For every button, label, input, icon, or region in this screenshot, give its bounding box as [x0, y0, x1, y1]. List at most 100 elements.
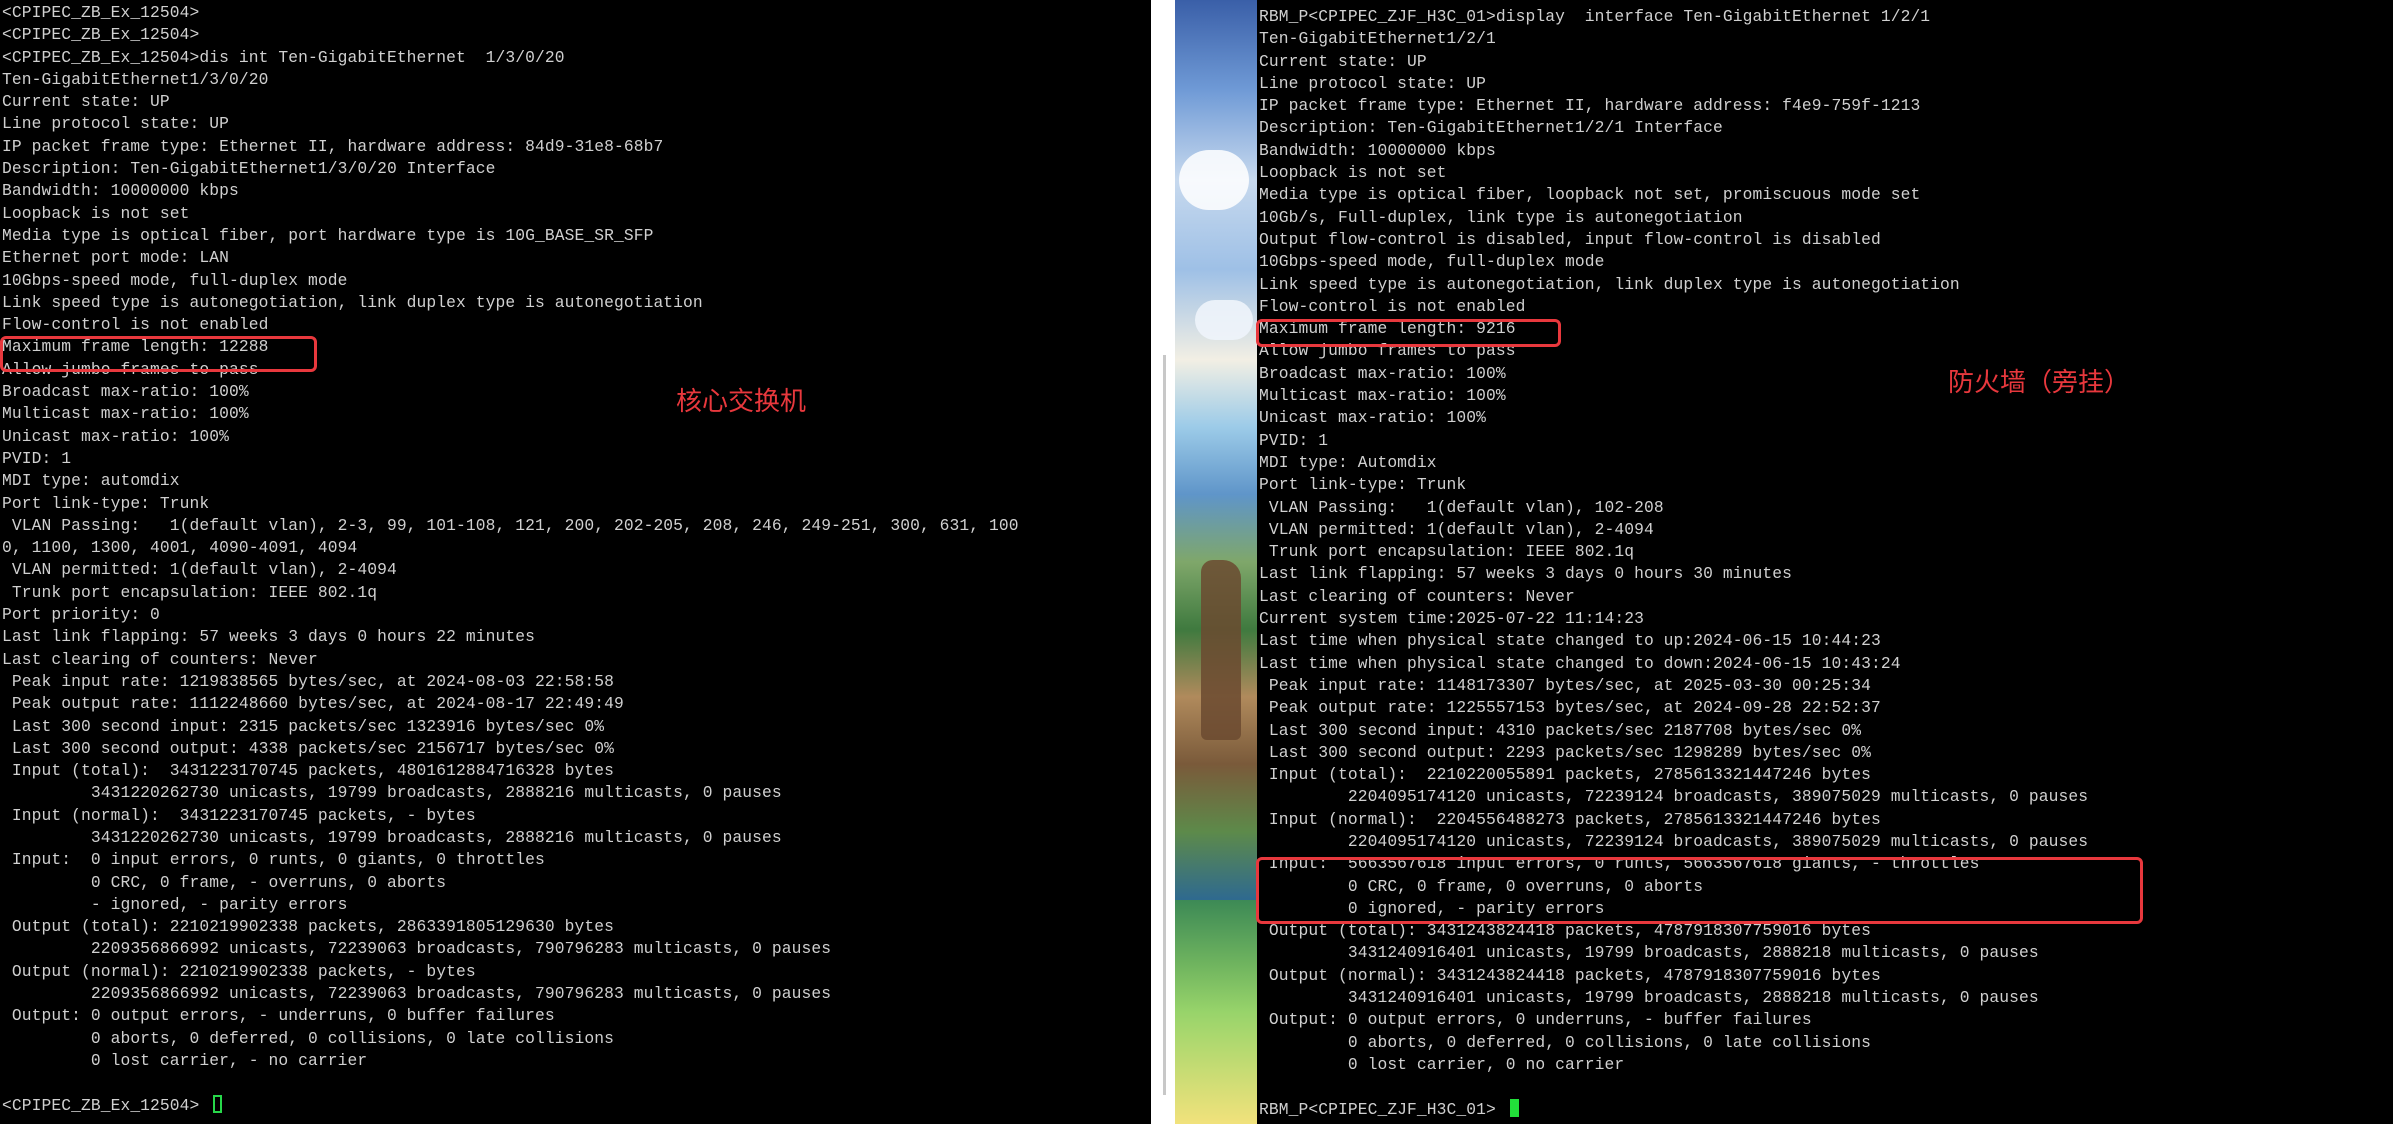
left-term-line: <CPIPEC_ZB_Ex_12504>	[2, 1094, 1019, 1117]
right-term-line-text: Last 300 second output: 2293 packets/sec…	[1259, 742, 1871, 762]
left-term-line-text: 0, 1100, 1300, 4001, 4090-4091, 4094	[2, 538, 358, 558]
right-term-line: Last time when physical state changed to…	[1259, 653, 2088, 675]
right-term-line-text: Broadcast max-ratio: 100%	[1259, 363, 1506, 383]
right-term-line: MDI type: Automdix	[1259, 452, 2088, 474]
right-term-line-text: Peak output rate: 1225557153 bytes/sec, …	[1259, 698, 1881, 718]
right-term-line-text: 2204095174120 unicasts, 72239124 broadca…	[1259, 787, 2089, 807]
left-term-line: PVID: 1	[2, 448, 1019, 470]
right-term-line: Last 300 second input: 4310 packets/sec …	[1259, 720, 2088, 742]
right-term-line-text: Last 300 second input: 4310 packets/sec …	[1259, 720, 1862, 740]
right-term-line: Input (total): 2210220055891 packets, 27…	[1259, 764, 2088, 786]
right-term-line-text: Ten-GigabitEthernet1/2/1	[1259, 29, 1496, 49]
right-term-line: 3431240916401 unicasts, 19799 broadcasts…	[1259, 942, 2088, 964]
right-term-line-text: Current system time:2025-07-22 11:14:23	[1259, 609, 1644, 629]
right-term-line: Current system time:2025-07-22 11:14:23	[1259, 608, 2088, 630]
left-term-line: <CPIPEC_ZB_Ex_12504>	[2, 2, 1019, 24]
left-term-line-text: <CPIPEC_ZB_Ex_12504>dis int Ten-GigabitE…	[2, 47, 565, 67]
right-term-line-text: 0 aborts, 0 deferred, 0 collisions, 0 la…	[1259, 1032, 1871, 1052]
left-term-line-text: 3431220262730 unicasts, 19799 broadcasts…	[2, 827, 782, 847]
left-term-line: Unicast max-ratio: 100%	[2, 426, 1019, 448]
right-term-line: Last link flapping: 57 weeks 3 days 0 ho…	[1259, 563, 2088, 585]
right-term-line: Current state: UP	[1259, 51, 2088, 73]
right-term-line-text: Description: Ten-GigabitEthernet1/2/1 In…	[1259, 118, 1723, 138]
right-term-line: Input (normal): 2204556488273 packets, 2…	[1259, 809, 2088, 831]
left-term-line-text: Input: 0 input errors, 0 runts, 0 giants…	[2, 850, 545, 870]
left-term-line-text: Peak input rate: 1219838565 bytes/sec, a…	[2, 671, 614, 691]
left-term-line-text: Broadcast max-ratio: 100%	[2, 382, 249, 402]
cursor-block-icon	[1509, 1098, 1519, 1117]
right-term-line-text: Input (normal): 2204556488273 packets, 2…	[1259, 809, 1881, 829]
right-term-line: Peak input rate: 1148173307 bytes/sec, a…	[1259, 675, 2088, 697]
left-terminal-window[interactable]: <CPIPEC_ZB_Ex_12504> <CPIPEC_ZB_Ex_12504>…	[0, 0, 1151, 1124]
right-term-line: Unicast max-ratio: 100%	[1259, 407, 2088, 429]
right-term-line-text: Flow-control is not enabled	[1259, 296, 1526, 316]
right-term-line: Line protocol state: UP	[1259, 73, 2088, 95]
left-term-line-text: Multicast max-ratio: 100%	[2, 404, 249, 424]
right-term-line: Output (normal): 3431243824418 packets, …	[1259, 965, 2088, 987]
left-term-line-text: Input (normal): 3431223170745 packets, -…	[2, 805, 476, 825]
left-term-line-text: VLAN permitted: 1(default vlan), 2-4094	[2, 560, 397, 580]
left-term-line-text: VLAN Passing: 1(default vlan), 2-3, 99, …	[2, 515, 1019, 535]
right-term-line-text: PVID: 1	[1259, 430, 1329, 450]
left-term-line: Line protocol state: UP	[2, 113, 1019, 135]
left-term-line: Output: 0 output errors, - underruns, 0 …	[2, 1005, 1019, 1027]
left-term-line: 2209356866992 unicasts, 72239063 broadca…	[2, 938, 1019, 960]
left-term-line: Last clearing of counters: Never	[2, 649, 1019, 671]
right-term-line-text: RBM_P<CPIPEC_ZJF_H3C_01>	[1259, 1099, 1506, 1119]
left-term-line: Input: 0 input errors, 0 runts, 0 giants…	[2, 849, 1019, 871]
left-term-line-text: <CPIPEC_ZB_Ex_12504>	[2, 25, 200, 45]
left-term-line: Description: Ten-GigabitEthernet1/3/0/20…	[2, 158, 1019, 180]
left-term-line: Bandwidth: 10000000 kbps	[2, 180, 1019, 202]
left-term-line-text: 2209356866992 unicasts, 72239063 broadca…	[2, 939, 832, 959]
wallpaper-cliff	[1201, 560, 1241, 740]
left-term-line: Input (normal): 3431223170745 packets, -…	[2, 805, 1019, 827]
left-term-line: 2209356866992 unicasts, 72239063 broadca…	[2, 983, 1019, 1005]
left-term-line-text: Ten-GigabitEthernet1/3/0/20	[2, 69, 269, 89]
right-term-line-text: Output (total): 3431243824418 packets, 4…	[1259, 921, 1871, 941]
right-term-line: Output: 0 output errors, 0 underruns, - …	[1259, 1009, 2088, 1031]
left-term-line: Broadcast max-ratio: 100%	[2, 381, 1019, 403]
firewall-label: 防火墙（旁挂）	[1948, 368, 2131, 398]
right-term-line: Ten-GigabitEthernet1/2/1	[1259, 28, 2088, 50]
right-term-line-text: MDI type: Automdix	[1259, 452, 1437, 472]
left-term-line-text: Output (normal): 2210219902338 packets, …	[2, 961, 476, 981]
left-term-line-text: Flow-control is not enabled	[2, 315, 269, 335]
left-term-line-text: Current state: UP	[2, 92, 170, 112]
right-term-line: Last 300 second output: 2293 packets/sec…	[1259, 742, 2088, 764]
left-term-line-text: Trunk port encapsulation: IEEE 802.1q	[2, 582, 378, 602]
left-terminal-scrollbar[interactable]	[1163, 355, 1166, 1095]
left-term-line	[2, 1072, 1019, 1094]
right-term-line-text: Bandwidth: 10000000 kbps	[1259, 140, 1496, 160]
right-term-line-text: Last time when physical state changed to…	[1259, 631, 1881, 651]
left-term-line-text: Last 300 second output: 4338 packets/sec…	[2, 738, 614, 758]
left-term-line-text: Bandwidth: 10000000 kbps	[2, 181, 239, 201]
left-term-line: Last 300 second input: 2315 packets/sec …	[2, 716, 1019, 738]
left-term-line: MDI type: automdix	[2, 470, 1019, 492]
right-term-line: IP packet frame type: Ethernet II, hardw…	[1259, 95, 2088, 117]
left-term-line-text: 3431220262730 unicasts, 19799 broadcasts…	[2, 783, 782, 803]
left-term-line-text: Description: Ten-GigabitEthernet1/3/0/20…	[2, 159, 496, 179]
left-term-line-text: PVID: 1	[2, 448, 72, 468]
right-term-line-text: Loopback is not set	[1259, 163, 1447, 183]
left-term-line-text: - ignored, - parity errors	[2, 894, 348, 914]
left-term-line: 3431220262730 unicasts, 19799 broadcasts…	[2, 782, 1019, 804]
right-term-line-text: Multicast max-ratio: 100%	[1259, 386, 1506, 406]
right-term-line: Trunk port encapsulation: IEEE 802.1q	[1259, 541, 2088, 563]
left-term-line: 0, 1100, 1300, 4001, 4090-4091, 4094	[2, 537, 1019, 559]
right-term-line: 0 aborts, 0 deferred, 0 collisions, 0 la…	[1259, 1032, 2088, 1054]
left-term-line: Port link-type: Trunk	[2, 493, 1019, 515]
left-term-line: 0 lost carrier, - no carrier	[2, 1050, 1019, 1072]
right-term-line-text: Output (normal): 3431243824418 packets, …	[1259, 965, 1881, 985]
right-terminal-window[interactable]: RBM_P<CPIPEC_ZJF_H3C_01>display interfac…	[1257, 0, 2393, 1124]
left-term-line-text: MDI type: automdix	[2, 471, 180, 491]
right-term-line: 2204095174120 unicasts, 72239124 broadca…	[1259, 831, 2088, 853]
left-term-line: Last 300 second output: 4338 packets/sec…	[2, 738, 1019, 760]
left-term-line: Loopback is not set	[2, 203, 1019, 225]
left-term-line-text: Port priority: 0	[2, 605, 160, 625]
left-term-line-text: Link speed type is autonegotiation, link…	[2, 292, 703, 312]
left-terminal-output: <CPIPEC_ZB_Ex_12504> <CPIPEC_ZB_Ex_12504>…	[2, 2, 1019, 1117]
left-term-line-text: <CPIPEC_ZB_Ex_12504>	[2, 1095, 210, 1115]
left-term-line: Port priority: 0	[2, 604, 1019, 626]
right-term-line: 3431240916401 unicasts, 19799 broadcasts…	[1259, 987, 2088, 1009]
right-term-line-text: Last clearing of counters: Never	[1259, 586, 1575, 606]
